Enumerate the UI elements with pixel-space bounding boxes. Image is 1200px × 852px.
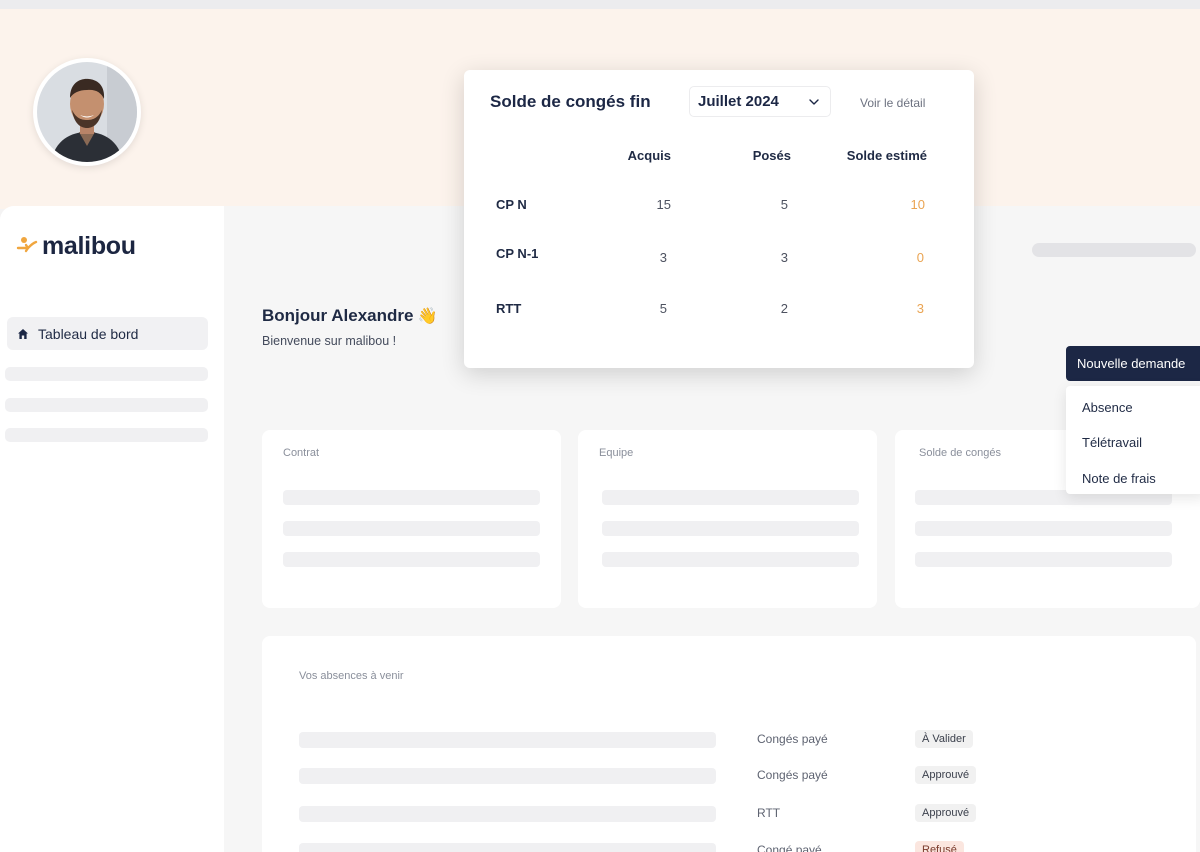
cell-poses: 2: [780, 301, 788, 316]
status-badge: À Valider: [915, 730, 973, 748]
card-title: Contrat: [283, 447, 320, 459]
card-placeholder: [915, 521, 1172, 536]
top-bar: [0, 0, 1200, 9]
row-label: RTT: [496, 301, 522, 316]
row-label: CP N-1: [496, 246, 539, 261]
page-title: Bonjour Alexandre 👋: [262, 306, 437, 326]
absence-placeholder: [299, 768, 716, 784]
popup-title: Solde de congés fin: [490, 92, 651, 111]
sidebar-placeholder: [5, 367, 208, 381]
menu-item-teletravail[interactable]: Télétravail: [1082, 435, 1142, 450]
cell-acquis: 5: [659, 301, 667, 316]
status-badge: Approuvé: [915, 804, 977, 822]
menu-item-absence[interactable]: Absence: [1082, 400, 1133, 415]
absence-type: Congé payé: [757, 843, 822, 852]
new-request-button[interactable]: Nouvelle demande: [1066, 346, 1200, 381]
table-row[interactable]: Congé payé Refusé: [299, 841, 1159, 852]
sidebar-item-tableau-de-bord[interactable]: Tableau de bord: [7, 317, 208, 350]
absence-type: Congés payé: [757, 732, 828, 746]
cell-poses: 5: [780, 197, 788, 212]
logo-mark-icon: [16, 236, 38, 252]
column-header-acquis: Acquis: [627, 148, 671, 163]
welcome-text: Bienvenue sur malibou !: [262, 334, 397, 348]
avatar-photo-icon: [37, 62, 137, 162]
sidebar-placeholder: [5, 428, 208, 442]
cell-poses: 3: [780, 250, 788, 265]
leave-balance-popup: Solde de congés fin Juillet 2024 Voir le…: [464, 70, 974, 368]
status-badge: Refusé: [915, 841, 964, 852]
card-placeholder: [602, 552, 859, 567]
sidebar-placeholder: [5, 398, 208, 412]
home-icon: [18, 328, 28, 339]
absence-placeholder: [299, 806, 716, 822]
absence-placeholder: [299, 732, 716, 748]
month-select[interactable]: Juillet 2024: [689, 86, 831, 117]
cell-acquis: 15: [656, 197, 671, 212]
card-placeholder: [602, 521, 859, 536]
cell-solde: 10: [910, 197, 925, 212]
absence-type: Congés payé: [757, 768, 828, 782]
contract-card[interactable]: Contrat: [262, 430, 561, 608]
view-detail-link[interactable]: Voir le détail: [860, 96, 925, 110]
menu-item-note-de-frais[interactable]: Note de frais: [1082, 471, 1156, 486]
sidebar-item-label: Tableau de bord: [38, 325, 139, 342]
table-row[interactable]: RTT Approuvé: [299, 804, 1159, 822]
column-header-solde: Solde estimé: [846, 148, 927, 163]
card-title: Equipe: [599, 447, 634, 459]
card-title: Solde de congés: [919, 447, 1001, 459]
cell-acquis: 3: [659, 250, 667, 265]
card-placeholder: [283, 552, 540, 567]
sidebar: malibou Tableau de bord: [0, 206, 224, 852]
row-label: CP N: [496, 197, 527, 212]
new-request-menu: Absence Télétravail Note de frais: [1066, 386, 1200, 494]
card-placeholder: [283, 490, 540, 505]
card-placeholder: [915, 552, 1172, 567]
absence-placeholder: [299, 843, 716, 852]
card-placeholder: [602, 490, 859, 505]
team-card[interactable]: Equipe: [578, 430, 877, 608]
cell-solde: 0: [916, 250, 924, 265]
card-title: Vos absences à venir: [299, 670, 404, 682]
logo-text: malibou: [42, 232, 136, 260]
table-row[interactable]: Congés payé À Valider: [299, 730, 1159, 748]
chevron-down-icon: [809, 99, 819, 105]
card-placeholder: [283, 521, 540, 536]
month-select-value: Juillet 2024: [698, 93, 779, 110]
absence-type: RTT: [757, 806, 781, 820]
avatar[interactable]: [33, 58, 141, 166]
column-header-poses: Posés: [752, 148, 791, 163]
cell-solde: 3: [916, 301, 924, 316]
status-badge: Approuvé: [915, 766, 977, 784]
upcoming-absences-card: Vos absences à venir Congés payé À Valid…: [262, 636, 1196, 852]
logo[interactable]: malibou: [16, 232, 136, 261]
wave-icon: 👋: [417, 308, 438, 325]
greeting-text: Bonjour Alexandre: [262, 306, 414, 325]
header-placeholder: [1032, 243, 1196, 257]
table-row[interactable]: Congés payé Approuvé: [299, 766, 1159, 784]
